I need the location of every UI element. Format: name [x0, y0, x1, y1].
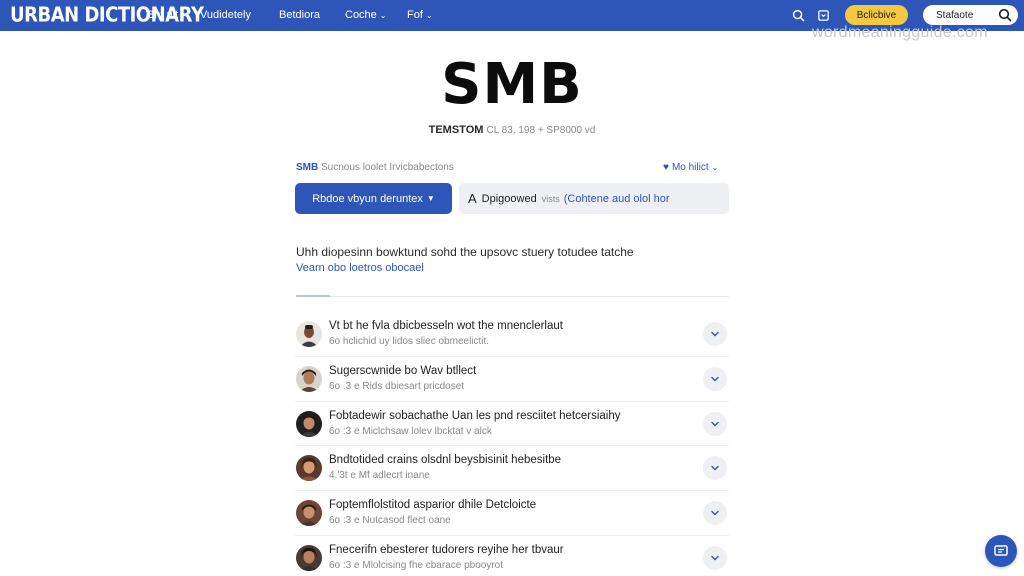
- secondary-a: A: [468, 191, 477, 206]
- expand-button[interactable]: [703, 322, 727, 346]
- expand-button[interactable]: [703, 366, 727, 391]
- nav-link-4-dropdown[interactable]: Coche ⌄: [345, 9, 387, 21]
- avatar: [296, 365, 322, 392]
- list-item-title: Fnecerifn ebesterer tudorers reyihe her …: [329, 543, 564, 556]
- secondary-muted: vists: [541, 193, 560, 204]
- secondary-link[interactable]: (Cohtene aud olol hor: [564, 193, 670, 205]
- avatar: [296, 321, 322, 347]
- avatar: [296, 544, 322, 571]
- chevron-down-icon: ⌄: [425, 11, 433, 20]
- list-item[interactable]: Bndtotided crains olsdnl beysbisinit heb…: [295, 446, 729, 492]
- list-item[interactable]: Fobtadewir sobachathe Uan les pnd rescii…: [295, 402, 729, 447]
- list-item-title: Foptemflolstitod asparior dhile Detcloic…: [329, 499, 537, 512]
- entry-tag[interactable]: SMB: [296, 162, 318, 173]
- chevron-down-icon: [711, 555, 719, 561]
- nav-link-1[interactable]: Bnt nit: [147, 9, 178, 21]
- example-text[interactable]: Vearn obo loetros obocael: [296, 262, 424, 274]
- chevron-down-icon: ⌄: [711, 163, 719, 172]
- chevron-down-icon: [711, 510, 719, 516]
- secondary-strong: Dpigoowed: [481, 192, 537, 205]
- list-item-sub: 4.'3t e Mf adlecrt inane: [329, 470, 430, 482]
- yellow-action-button[interactable]: Bclicbive: [845, 5, 908, 25]
- list-item-sub: 6o :3 e Mlolcising fhe cbarace pbooyrot: [329, 559, 503, 571]
- avatar: [296, 455, 322, 482]
- chevron-down-icon: ▼: [426, 194, 435, 203]
- list-item[interactable]: Foptemflolstitod asparior dhile Detcloic…: [295, 491, 729, 536]
- chevron-down-icon: [711, 376, 719, 382]
- list-item[interactable]: Fnecerifn ebesterer tudorers reyihe her …: [295, 536, 729, 576]
- nav-link-2[interactable]: Vudidetely: [200, 9, 251, 21]
- chevron-down-icon: [711, 421, 719, 427]
- definitions-list: Vt bt he fvla dbicbesseln wot the mnencl…: [295, 312, 729, 576]
- expand-button[interactable]: [703, 545, 727, 570]
- secondary-info-box[interactable]: A Dpigoowed vists (Cohtene aud olol hor: [459, 183, 729, 214]
- entry-subline: TEMSTOM CL 83, 198 + SP8000 vd: [0, 124, 1024, 136]
- list-item[interactable]: Sugerscwnide bo Wav btllect 6o .3 e Rids…: [295, 357, 729, 402]
- list-item-sub: 6o .3 e Rids dbiesart pricdoset: [329, 380, 465, 392]
- watermark: wordmeaningguide.com: [812, 24, 988, 41]
- entry-meta-desc: Sucnous loolet Irvicbabectons: [321, 162, 454, 173]
- list-item-sub: 6o :3 e Nutcasod flect oane: [329, 515, 451, 527]
- heart-icon: ♥: [663, 162, 669, 173]
- chat-icon[interactable]: [985, 535, 1017, 567]
- expand-button[interactable]: [703, 456, 727, 481]
- chevron-down-icon: [711, 466, 719, 471]
- list-item-title: Bndtotided crains olsdnl beysbisinit heb…: [329, 454, 562, 467]
- definition-text: Uhh diopesinn bowktund sohd the upsovc s…: [296, 245, 634, 259]
- avatar: [296, 410, 322, 437]
- search-input[interactable]: Stafaote: [923, 5, 1018, 25]
- primary-button-label: Rbdoe vbyun deruntex: [312, 192, 423, 205]
- nav-link-3[interactable]: Betdiora: [279, 9, 320, 21]
- search-icon: [998, 8, 1012, 25]
- nav-link-5-dropdown[interactable]: Fof ⌄: [407, 9, 433, 21]
- search-input-text: Stafaote: [936, 9, 974, 21]
- primary-dropdown-button[interactable]: Rbdoe vbyun deruntex ▼: [295, 183, 452, 214]
- divider-accent: [296, 295, 330, 297]
- list-item-sub: 6o hclichid uy lidos sliec obmeelictit.: [329, 336, 490, 347]
- list-item-title: Sugerscwnide bo Wav btllect: [329, 364, 477, 377]
- list-item-title: Fobtadewir sobachathe Uan les pnd rescii…: [329, 409, 621, 422]
- expand-button[interactable]: [703, 501, 727, 526]
- divider: [330, 296, 729, 297]
- avatar: [296, 500, 322, 527]
- entry-subline-muted: CL 83, 198 + SP8000 vd: [486, 125, 596, 136]
- list-item[interactable]: Vt bt he fvla dbicbesseln wot the mnencl…: [295, 312, 729, 357]
- favorite-label: Mo hilict: [671, 162, 709, 173]
- favorite-dropdown[interactable]: ♥ Mo hilict ⌄: [663, 162, 718, 173]
- bookmark-icon[interactable]: [814, 6, 832, 24]
- expand-button[interactable]: [703, 411, 727, 436]
- entry-word: SMB: [441, 52, 583, 117]
- chevron-down-icon: ⌄: [379, 11, 387, 20]
- list-item-title: Vt bt he fvla dbicbesseln wot the mnencl…: [329, 320, 563, 332]
- search-icon[interactable]: [789, 6, 807, 24]
- list-item-sub: 6o :3 e Miclchsaw lolev lbcktat v alck: [329, 425, 492, 437]
- entry-subline-bold: TEMSTOM: [428, 124, 484, 136]
- chevron-down-icon: [711, 331, 719, 337]
- entry-meta: SMB Sucnous loolet Irvicbabectons: [296, 162, 454, 173]
